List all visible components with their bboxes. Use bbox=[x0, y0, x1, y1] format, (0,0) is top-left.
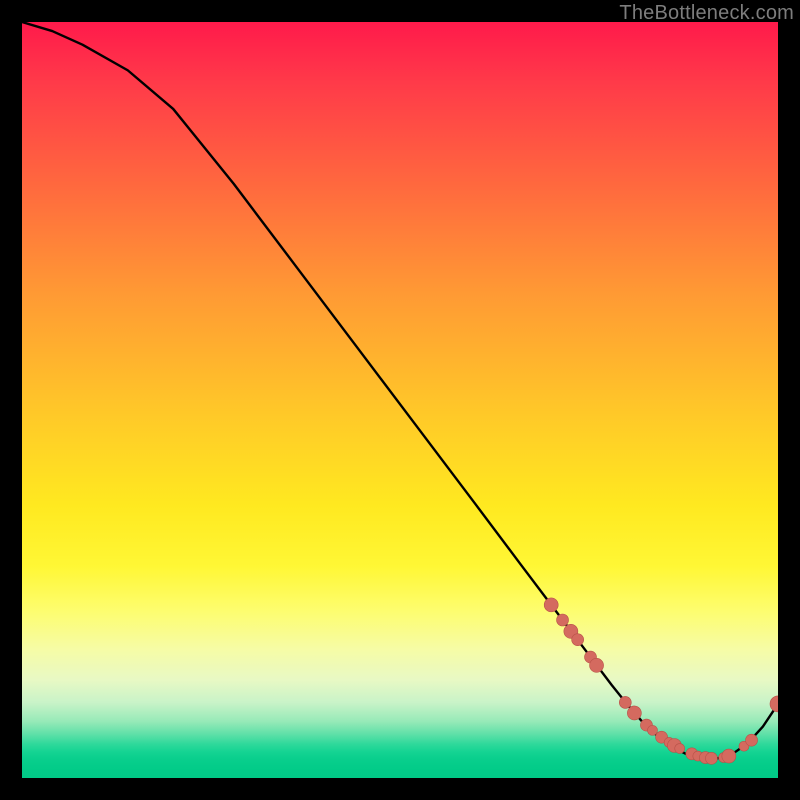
bottleneck-curve bbox=[22, 22, 778, 758]
data-marker bbox=[572, 634, 584, 646]
data-marker bbox=[746, 734, 758, 746]
data-marker bbox=[627, 706, 641, 720]
plot-area bbox=[22, 22, 778, 778]
data-marker bbox=[770, 696, 778, 712]
data-marker bbox=[675, 744, 685, 754]
data-marker bbox=[648, 725, 658, 735]
data-marker bbox=[722, 749, 736, 763]
marker-group bbox=[544, 598, 778, 764]
data-marker bbox=[557, 614, 569, 626]
curve-layer bbox=[22, 22, 778, 778]
chart-stage: TheBottleneck.com bbox=[0, 0, 800, 800]
watermark-text: TheBottleneck.com bbox=[619, 2, 794, 25]
data-marker bbox=[619, 696, 631, 708]
data-marker bbox=[705, 752, 717, 764]
data-marker bbox=[544, 598, 558, 612]
data-marker bbox=[590, 658, 604, 672]
